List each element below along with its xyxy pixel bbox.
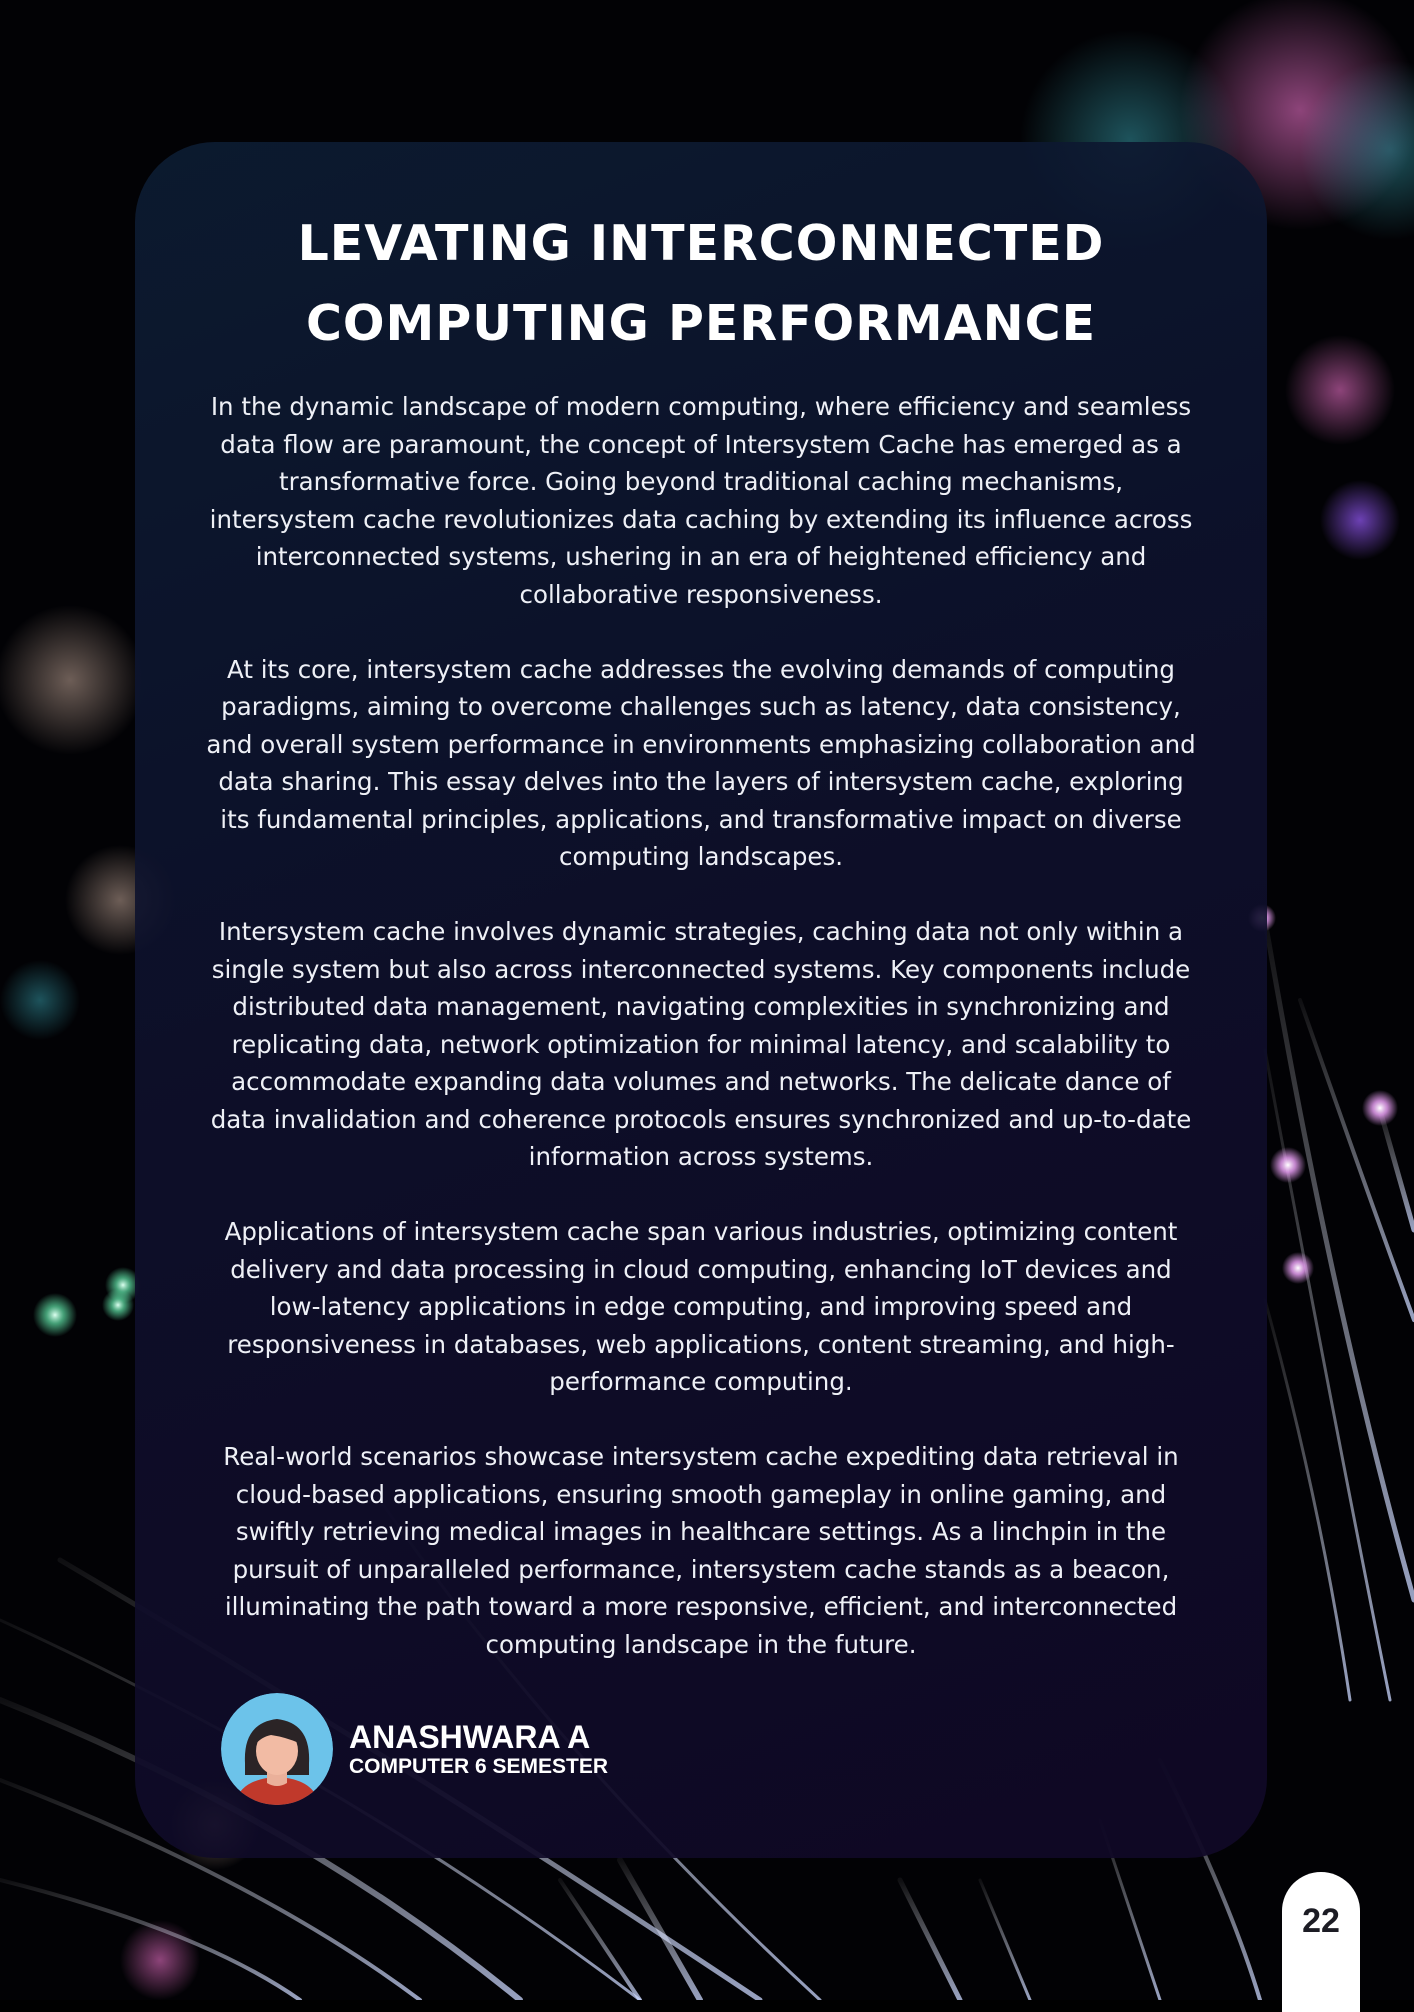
article-title: LEVATING INTERCONNECTED COMPUTING PERFOR…: [135, 204, 1267, 364]
article-card: LEVATING INTERCONNECTED COMPUTING PERFOR…: [135, 142, 1267, 1858]
paragraph-4: Applications of intersystem cache span v…: [224, 1217, 1178, 1396]
page-number: 22: [1302, 1902, 1340, 1940]
author-subtitle: COMPUTER 6 SEMESTER: [349, 1755, 609, 1778]
page-number-tab: 22: [1282, 1872, 1360, 2012]
author-block: ANASHWARA A COMPUTER 6 SEMESTER: [221, 1692, 608, 1806]
paragraph-2: At its core, intersystem cache addresses…: [206, 654, 1196, 872]
paragraph-3: Intersystem cache involves dynamic strat…: [210, 917, 1192, 1171]
author-name: ANASHWARA A: [349, 1719, 591, 1755]
title-line-1: LEVATING INTERCONNECTED: [297, 215, 1105, 272]
title-line-2: COMPUTING PERFORMANCE: [305, 295, 1097, 352]
article-body: In the dynamic landscape of modern compu…: [205, 388, 1197, 1701]
paragraph-1: In the dynamic landscape of modern compu…: [209, 392, 1193, 609]
paragraph-5: Real-world scenarios showcase intersyste…: [223, 1442, 1179, 1659]
woman-avatar-icon: [221, 1693, 333, 1805]
